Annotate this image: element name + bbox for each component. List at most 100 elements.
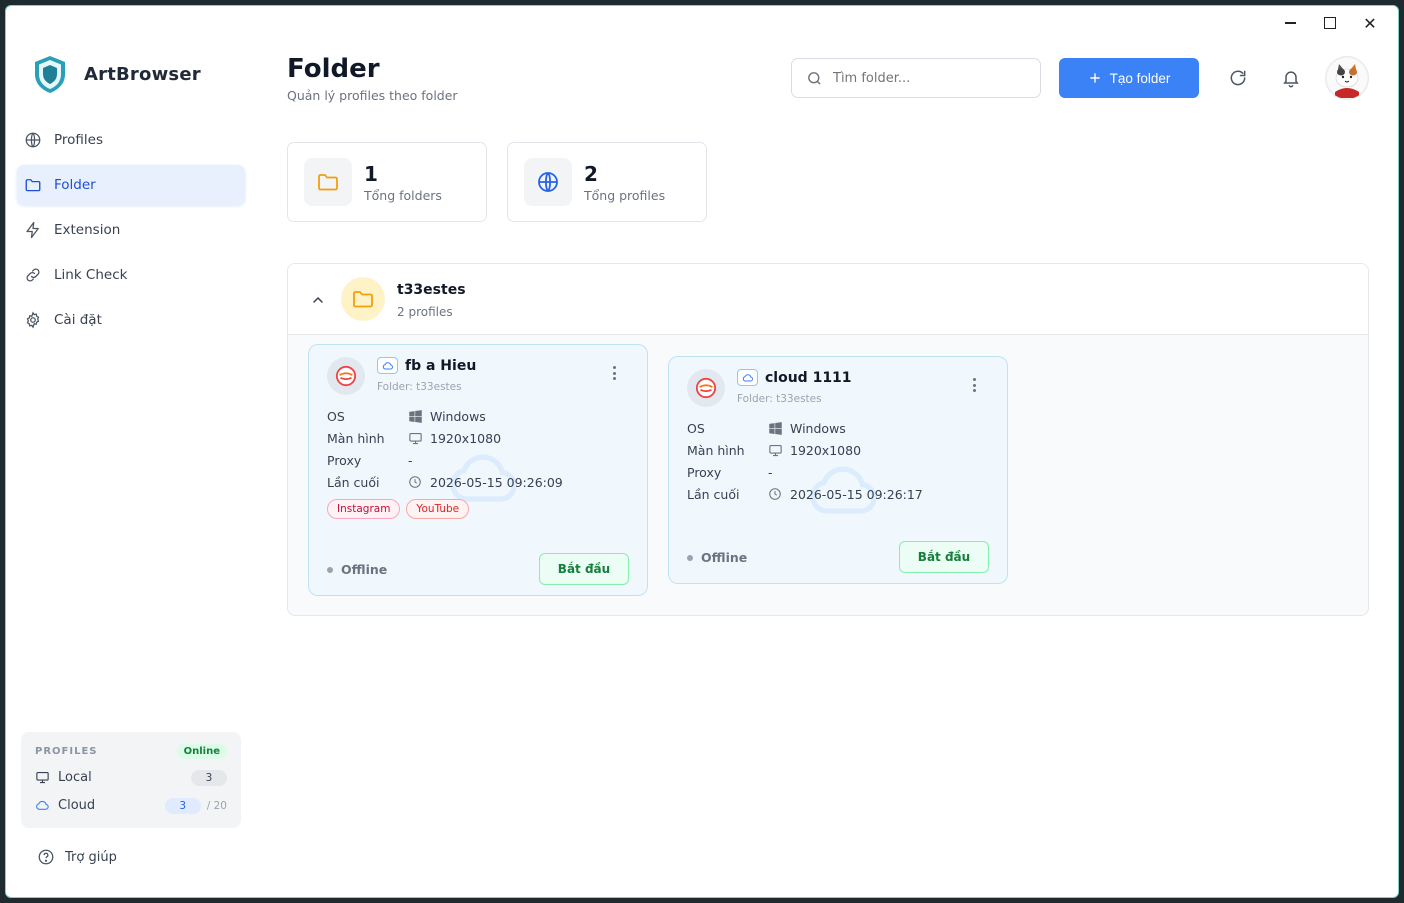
folder-header[interactable]: t33estes 2 profiles: [288, 264, 1368, 335]
last-used-label: Lần cuối: [327, 474, 380, 490]
cat-avatar-icon: [1327, 58, 1367, 98]
stats-heading: PROFILES: [35, 746, 98, 757]
folder-icon: [353, 291, 373, 308]
os-label: OS: [327, 408, 345, 424]
local-label: Local: [58, 770, 92, 785]
sidebar-item-settings[interactable]: Cài đặt: [17, 300, 245, 340]
monitor-icon: [36, 771, 49, 784]
proxy-label: Proxy: [687, 464, 722, 480]
monitor-icon: [769, 444, 782, 456]
close-button[interactable]: ✕: [1350, 10, 1390, 36]
app-logo[interactable]: ArtBrowser: [32, 54, 201, 94]
cloud-count: 3: [164, 797, 201, 814]
profile-folder: Folder: t33estes: [737, 393, 822, 405]
status-badge: Online: [176, 744, 227, 759]
stat-card-folders: 1 Tổng folders: [287, 142, 487, 222]
sidebar-item-label: Link Check: [54, 267, 128, 283]
os-row: OS Windows: [687, 419, 846, 437]
sidebar-item-label: Folder: [54, 177, 96, 193]
sidebar-item-label: Profiles: [54, 132, 104, 148]
windows-icon: [769, 421, 782, 435]
sidebar-item-folder[interactable]: Folder: [17, 165, 245, 205]
shield-logo-icon: [35, 56, 65, 93]
proxy-row: Proxy -: [687, 463, 773, 481]
profile-card-cloud-1111[interactable]: cloud 1111 Folder: t33estes OS Windows M…: [668, 356, 1008, 584]
user-avatar[interactable]: [1325, 56, 1369, 100]
total-folders-value: 1: [364, 161, 378, 186]
last-used-value: 2026-05-15 09:26:17: [790, 486, 923, 502]
app-name: ArtBrowser: [84, 63, 201, 85]
folder-profile-count: 2 profiles: [397, 305, 453, 319]
os-value: Windows: [430, 408, 486, 424]
chevron-up-icon[interactable]: [310, 292, 326, 308]
search-box[interactable]: [791, 58, 1041, 98]
refresh-button[interactable]: [1226, 66, 1250, 90]
last-used-value: 2026-05-15 09:26:09: [430, 474, 563, 490]
search-icon: [808, 71, 821, 85]
help-icon: [38, 849, 54, 865]
last-used-row: Lần cuối 2026-05-15 09:26:09: [327, 473, 563, 491]
browser-avatar: [687, 369, 725, 407]
bell-icon: [1283, 71, 1299, 88]
more-options-icon[interactable]: [973, 378, 977, 395]
screen-value: 1920x1080: [430, 430, 502, 446]
proxy-value: -: [768, 464, 773, 480]
start-button[interactable]: Bắt đầu: [539, 553, 629, 585]
search-input[interactable]: [833, 70, 1013, 86]
stat-icon-bg: [524, 158, 572, 206]
total-profiles-label: Tổng profiles: [584, 187, 666, 203]
screen-label: Màn hình: [687, 442, 745, 458]
sidebar-item-label: Cài đặt: [54, 312, 102, 328]
cloud-icon: [742, 373, 753, 382]
profiles-stats: PROFILES Online Local 3 Cloud 3 / 20: [21, 732, 241, 828]
sidebar-item-link-check[interactable]: Link Check: [17, 255, 245, 295]
help-link[interactable]: Trợ giúp: [37, 848, 117, 866]
tag-instagram: Instagram: [327, 499, 401, 519]
window-controls: ✕: [1270, 10, 1390, 36]
profile-card-fb-a-hieu[interactable]: fb a Hieu Folder: t33estes OS Windows Mà…: [308, 344, 648, 596]
windows-icon: [409, 409, 422, 423]
minimize-button[interactable]: [1270, 10, 1310, 36]
total-profiles-value: 2: [584, 161, 598, 186]
refresh-icon: [1230, 70, 1246, 86]
link-icon: [26, 268, 40, 282]
proxy-value: -: [408, 452, 413, 468]
cloud-limit: / 20: [206, 799, 227, 812]
cloud-label: Cloud: [58, 798, 96, 813]
folder-panel: t33estes 2 profiles fb a Hieu Folder: t3…: [287, 263, 1369, 616]
sidebar-item-label: Extension: [54, 222, 121, 238]
lightning-icon: [26, 221, 39, 239]
monitor-icon: [409, 432, 422, 444]
total-folders-label: Tổng folders: [364, 187, 442, 203]
more-options-icon[interactable]: [613, 366, 617, 383]
cloud-icon: [36, 800, 49, 810]
create-folder-button[interactable]: Tạo folder: [1059, 58, 1199, 98]
sidebar-item-extension[interactable]: Extension: [17, 210, 245, 250]
sidebar-item-profiles[interactable]: Profiles: [17, 120, 245, 160]
cloud-icon: [382, 361, 393, 370]
folder-icon: [318, 174, 338, 191]
profile-name: cloud 1111: [765, 370, 852, 386]
profile-tags: Instagram YouTube: [327, 499, 470, 519]
profile-status: Offline: [327, 562, 387, 577]
create-folder-label: Tạo folder: [1109, 70, 1171, 86]
browser-logo-icon: [335, 365, 357, 387]
maximize-button[interactable]: [1310, 10, 1350, 36]
globe-icon: [25, 132, 41, 148]
plus-icon: [1089, 73, 1100, 83]
browser-logo-icon: [695, 377, 717, 399]
cloud-badge: [377, 357, 398, 374]
local-profiles-row: Local 3: [35, 768, 227, 787]
start-button[interactable]: Bắt đầu: [899, 541, 989, 573]
screen-value: 1920x1080: [790, 442, 862, 458]
local-count: 3: [191, 769, 227, 786]
last-used-row: Lần cuối 2026-05-15 09:26:17: [687, 485, 923, 503]
folder-name: t33estes: [397, 282, 466, 298]
app-window: ✕ ArtBrowser Profiles Folder Extension L…: [5, 5, 1399, 898]
cloud-badge: [737, 369, 758, 386]
page-subtitle: Quản lý profiles theo folder: [287, 88, 458, 103]
globe-icon: [538, 172, 558, 192]
sidebar-nav: Profiles Folder Extension Link Check Cài…: [17, 120, 245, 345]
screen-row: Màn hình 1920x1080: [327, 429, 501, 447]
notifications-button[interactable]: [1279, 66, 1303, 90]
